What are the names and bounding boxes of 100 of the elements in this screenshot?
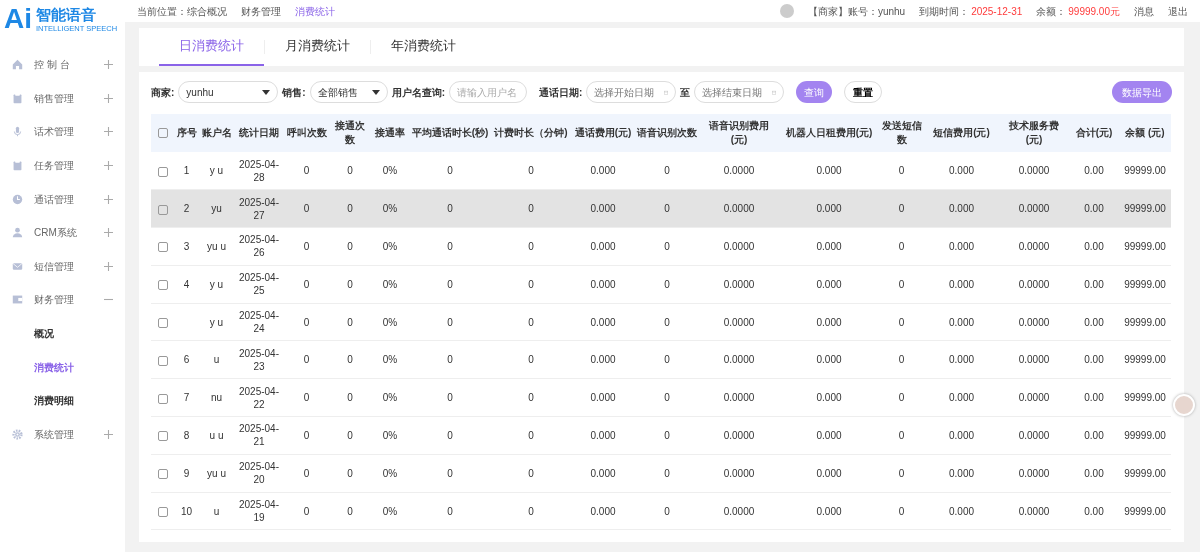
table-cell: 0: [491, 227, 571, 266]
checkbox[interactable]: [157, 355, 168, 366]
table-cell: yu: [199, 189, 234, 228]
balance-value: 99999.00元: [1068, 4, 1120, 19]
table-cell: yu u: [199, 454, 234, 493]
table-cell: 0: [491, 492, 571, 530]
home-icon: [12, 59, 23, 71]
logout-link[interactable]: 退出: [1168, 3, 1188, 19]
table-cell: 0.000: [924, 341, 999, 379]
column-header: 余额 (元): [1119, 114, 1171, 152]
table-cell: y u: [199, 152, 234, 190]
table-cell: 0: [879, 189, 924, 228]
sidebar-item[interactable]: 通话管理: [34, 191, 74, 207]
table-cell: 0.000: [571, 454, 635, 493]
breadcrumb-item[interactable]: 当前位置：综合概况: [137, 3, 227, 19]
table-cell: 0: [879, 152, 924, 190]
expand-icon[interactable]: [104, 194, 113, 204]
checkbox[interactable]: [157, 506, 168, 517]
reset-button[interactable]: 重置: [844, 81, 883, 103]
table-cell: 0.000: [779, 378, 879, 417]
table-cell: 3: [174, 227, 199, 266]
column-header: 统计日期: [234, 114, 284, 152]
clipboard-icon: [12, 160, 23, 172]
filter-label: 通话日期:: [539, 85, 583, 100]
table-cell: 0: [409, 492, 491, 530]
table-cell: nu: [199, 378, 234, 417]
clipboard-icon: [12, 92, 23, 104]
sidebar-item[interactable]: 系统管理: [34, 426, 74, 442]
table-cell: 2025-04-25: [234, 265, 284, 304]
expand-icon[interactable]: [104, 93, 113, 103]
sidebar-item[interactable]: 任务管理: [34, 158, 74, 174]
checkbox[interactable]: [157, 128, 168, 139]
avatar-circle[interactable]: [1173, 394, 1195, 416]
sidebar-item[interactable]: 话术管理: [34, 124, 74, 140]
table-cell: 0%: [371, 227, 409, 266]
table-cell: 2: [174, 189, 199, 228]
table-cell: 0: [284, 492, 329, 530]
expand-icon[interactable]: [104, 429, 113, 439]
column-header: 机器人日租费用(元): [779, 114, 879, 152]
checkbox[interactable]: [157, 204, 168, 215]
table-cell: 0.0000: [699, 265, 779, 304]
table-cell: 0: [284, 227, 329, 266]
sidebar-item[interactable]: 控 制 台: [34, 57, 70, 73]
sidebar-subitem[interactable]: 消费统计: [0, 350, 125, 384]
select-field[interactable]: yunhu: [178, 81, 279, 103]
checkbox[interactable]: [157, 317, 168, 328]
select-field[interactable]: 全部销售: [309, 81, 388, 103]
messages-link[interactable]: 消息: [1134, 3, 1154, 19]
table-cell: 0: [635, 265, 699, 304]
sidebar-item[interactable]: 销售管理: [34, 90, 74, 106]
sidebar-item[interactable]: CRM系统: [34, 225, 77, 241]
column-header: 语音识别次数: [635, 114, 699, 152]
sidebar-item[interactable]: 短信管理: [34, 258, 74, 274]
table-cell: 0.00: [1069, 152, 1119, 190]
table-cell: 1: [174, 152, 199, 190]
checkbox[interactable]: [157, 242, 168, 253]
column-header: 技术服务费(元): [999, 114, 1069, 152]
breadcrumb-item[interactable]: 财务管理: [241, 3, 281, 19]
table-cell: 0: [879, 416, 924, 455]
breadcrumb-current[interactable]: 消费统计: [295, 3, 335, 19]
tab[interactable]: 日消费统计: [159, 28, 264, 66]
expand-icon[interactable]: [104, 60, 113, 70]
sidebar-subitem[interactable]: 消费明细: [0, 383, 125, 418]
table-cell: 99999.00: [1119, 416, 1171, 455]
table-cell: 0: [409, 416, 491, 455]
table-cell: 0: [635, 227, 699, 266]
table-cell: 0.000: [571, 152, 635, 190]
table-cell: 0: [284, 454, 329, 493]
table-cell: 0: [284, 303, 329, 341]
table-cell: 2025-04-28: [234, 152, 284, 190]
tab[interactable]: 年消费统计: [371, 28, 476, 66]
table-cell: 0: [329, 492, 371, 530]
date-field[interactable]: 选择开始日期: [586, 81, 677, 103]
expand-icon[interactable]: [104, 127, 113, 137]
sidebar-item[interactable]: 财务管理: [34, 292, 74, 308]
filter-label: 用户名查询:: [391, 85, 446, 100]
table-cell: 0.000: [924, 303, 999, 341]
table-cell: 0.00: [1069, 454, 1119, 493]
table-cell: 0%: [371, 265, 409, 304]
expand-icon[interactable]: [104, 228, 113, 238]
checkbox[interactable]: [157, 393, 168, 404]
table-cell: 0: [409, 341, 491, 379]
date-field[interactable]: 选择结束日期: [694, 81, 785, 103]
column-header: 序号: [174, 114, 199, 152]
table-cell: 0.00: [1069, 227, 1119, 266]
checkbox[interactable]: [157, 431, 168, 442]
expand-icon[interactable]: [104, 161, 113, 171]
expand-icon[interactable]: [104, 261, 113, 271]
input-field[interactable]: 请输入用户名: [449, 81, 528, 103]
table-cell: 99999.00: [1119, 152, 1171, 190]
tab[interactable]: 月消费统计: [265, 28, 370, 66]
checkbox[interactable]: [157, 166, 168, 177]
table-cell: 0: [409, 303, 491, 341]
table-cell: 0.0000: [699, 227, 779, 266]
table-cell: 0.00: [1069, 189, 1119, 228]
logo-mark: Ai: [4, 4, 32, 34]
sidebar-subitem[interactable]: 概况: [0, 316, 125, 351]
checkbox[interactable]: [157, 280, 168, 291]
checkbox[interactable]: [157, 469, 168, 480]
table-cell: 0.000: [779, 227, 879, 266]
